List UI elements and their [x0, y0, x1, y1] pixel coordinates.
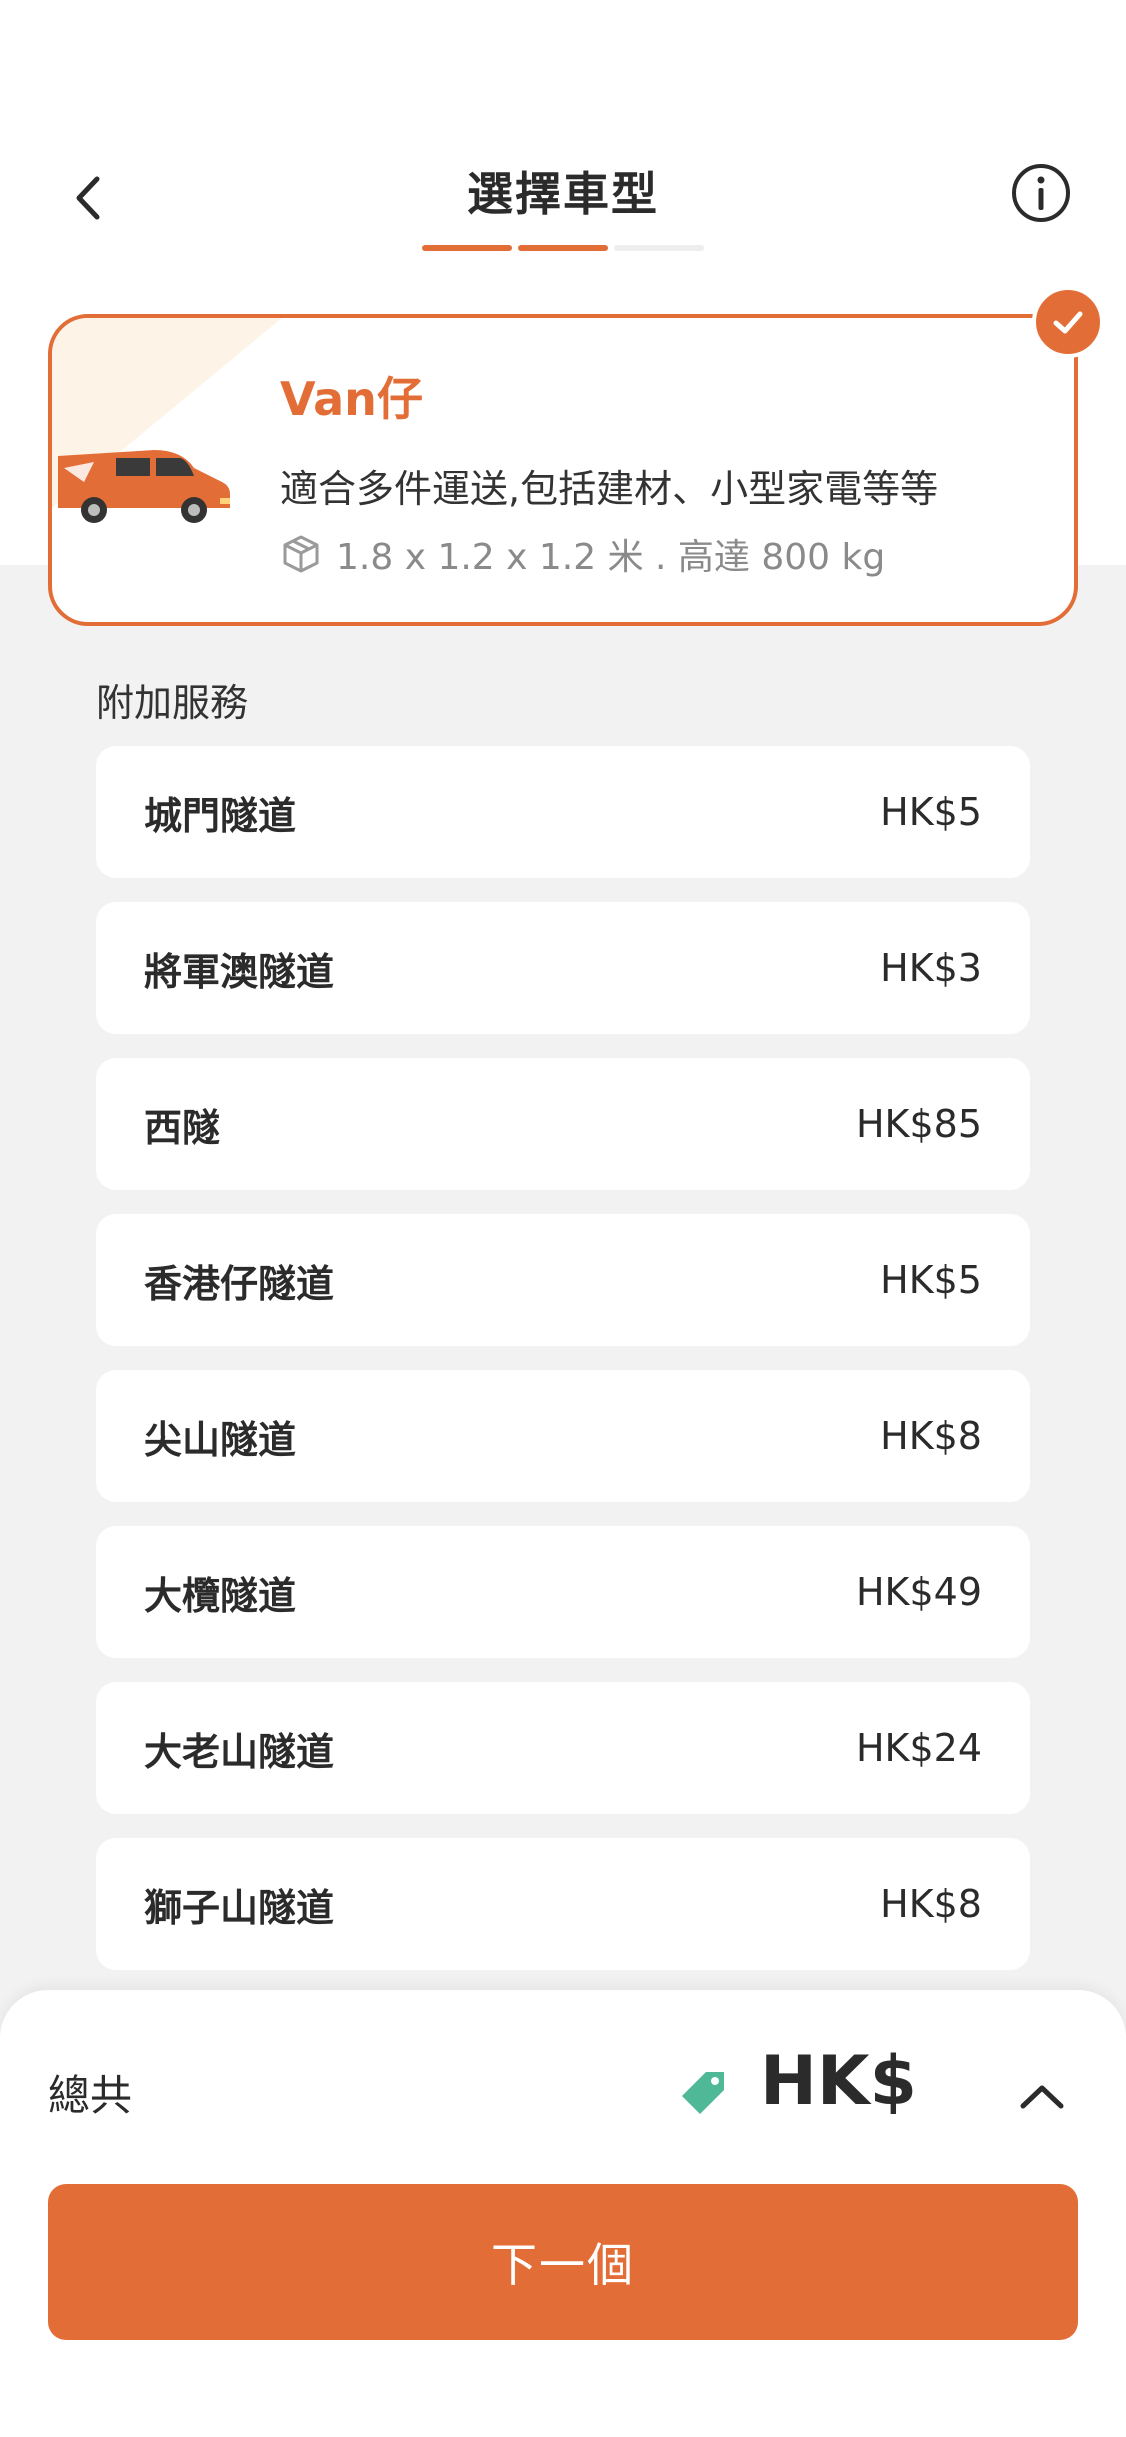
- service-item[interactable]: 城門隧道 HK$5: [96, 746, 1030, 878]
- chevron-up-icon: [1020, 2085, 1064, 2109]
- total-amount: HK$: [760, 2042, 917, 2121]
- service-item[interactable]: 西隧 HK$85: [96, 1058, 1030, 1190]
- service-item[interactable]: 將軍澳隧道 HK$3: [96, 902, 1030, 1034]
- vehicle-specs-text: 1.8 x 1.2 x 1.2 米 . 高達 800 kg: [336, 537, 886, 578]
- service-price: HK$49: [855, 1570, 982, 1614]
- service-price: HK$8: [880, 1882, 982, 1926]
- service-item[interactable]: 香港仔隧道 HK$5: [96, 1214, 1030, 1346]
- total-label: 總共: [48, 2071, 133, 2120]
- vehicle-description: 適合多件運送,包括建材、小型家電等等: [280, 467, 939, 511]
- section-label-additional-services: 附加服務: [96, 681, 249, 725]
- service-price: HK$8: [880, 1414, 982, 1458]
- service-item[interactable]: 大老山隧道 HK$24: [96, 1682, 1030, 1814]
- price-tag-icon: [682, 2072, 724, 2114]
- service-name: 城門隧道: [144, 793, 297, 838]
- box-icon: [283, 535, 319, 573]
- step-progress: [422, 245, 704, 251]
- vehicle-name: Van仔: [280, 372, 423, 426]
- progress-step-3: [614, 245, 704, 251]
- service-price: HK$85: [855, 1102, 982, 1146]
- service-name: 尖山隧道: [144, 1417, 297, 1462]
- service-name: 香港仔隧道: [144, 1261, 335, 1306]
- service-item[interactable]: 尖山隧道 HK$8: [96, 1370, 1030, 1502]
- service-price: HK$5: [880, 1258, 982, 1302]
- service-price: HK$3: [880, 946, 982, 990]
- service-name: 大老山隧道: [144, 1729, 335, 1774]
- service-price: HK$5: [880, 790, 982, 834]
- check-icon: [1053, 311, 1083, 334]
- service-item[interactable]: 大欖隧道 HK$49: [96, 1526, 1030, 1658]
- service-name: 西隧: [144, 1105, 221, 1150]
- service-name: 將軍澳隧道: [144, 949, 335, 994]
- selected-badge: [1032, 286, 1104, 358]
- van-illustration: [58, 450, 230, 523]
- bottom-sheet: 總共 HK$ 下一個: [0, 1990, 1126, 2437]
- vehicle-specs: 1.8 x 1.2 x 1.2 米 . 高達 800 kg: [280, 528, 885, 580]
- next-button[interactable]: 下一個: [48, 2184, 1078, 2340]
- progress-step-1: [422, 245, 512, 251]
- service-name: 獅子山隧道: [144, 1885, 335, 1930]
- progress-step-2: [518, 245, 608, 251]
- info-button[interactable]: [1010, 162, 1072, 224]
- service-item[interactable]: 獅子山隧道 HK$8: [96, 1838, 1030, 1970]
- service-price: HK$24: [855, 1726, 982, 1770]
- service-name: 大欖隧道: [144, 1573, 297, 1618]
- vehicle-card-van[interactable]: Van仔 適合多件運送,包括建材、小型家電等等 1.8 x 1.2 x 1.2 …: [48, 314, 1078, 626]
- service-list: 城門隧道 HK$5 將軍澳隧道 HK$3 西隧 HK$85 香港仔隧道 HK$5…: [96, 746, 1030, 1994]
- page-title: 選擇車型: [467, 167, 659, 221]
- info-icon: [1012, 164, 1070, 222]
- expand-summary-button[interactable]: [1015, 2070, 1069, 2124]
